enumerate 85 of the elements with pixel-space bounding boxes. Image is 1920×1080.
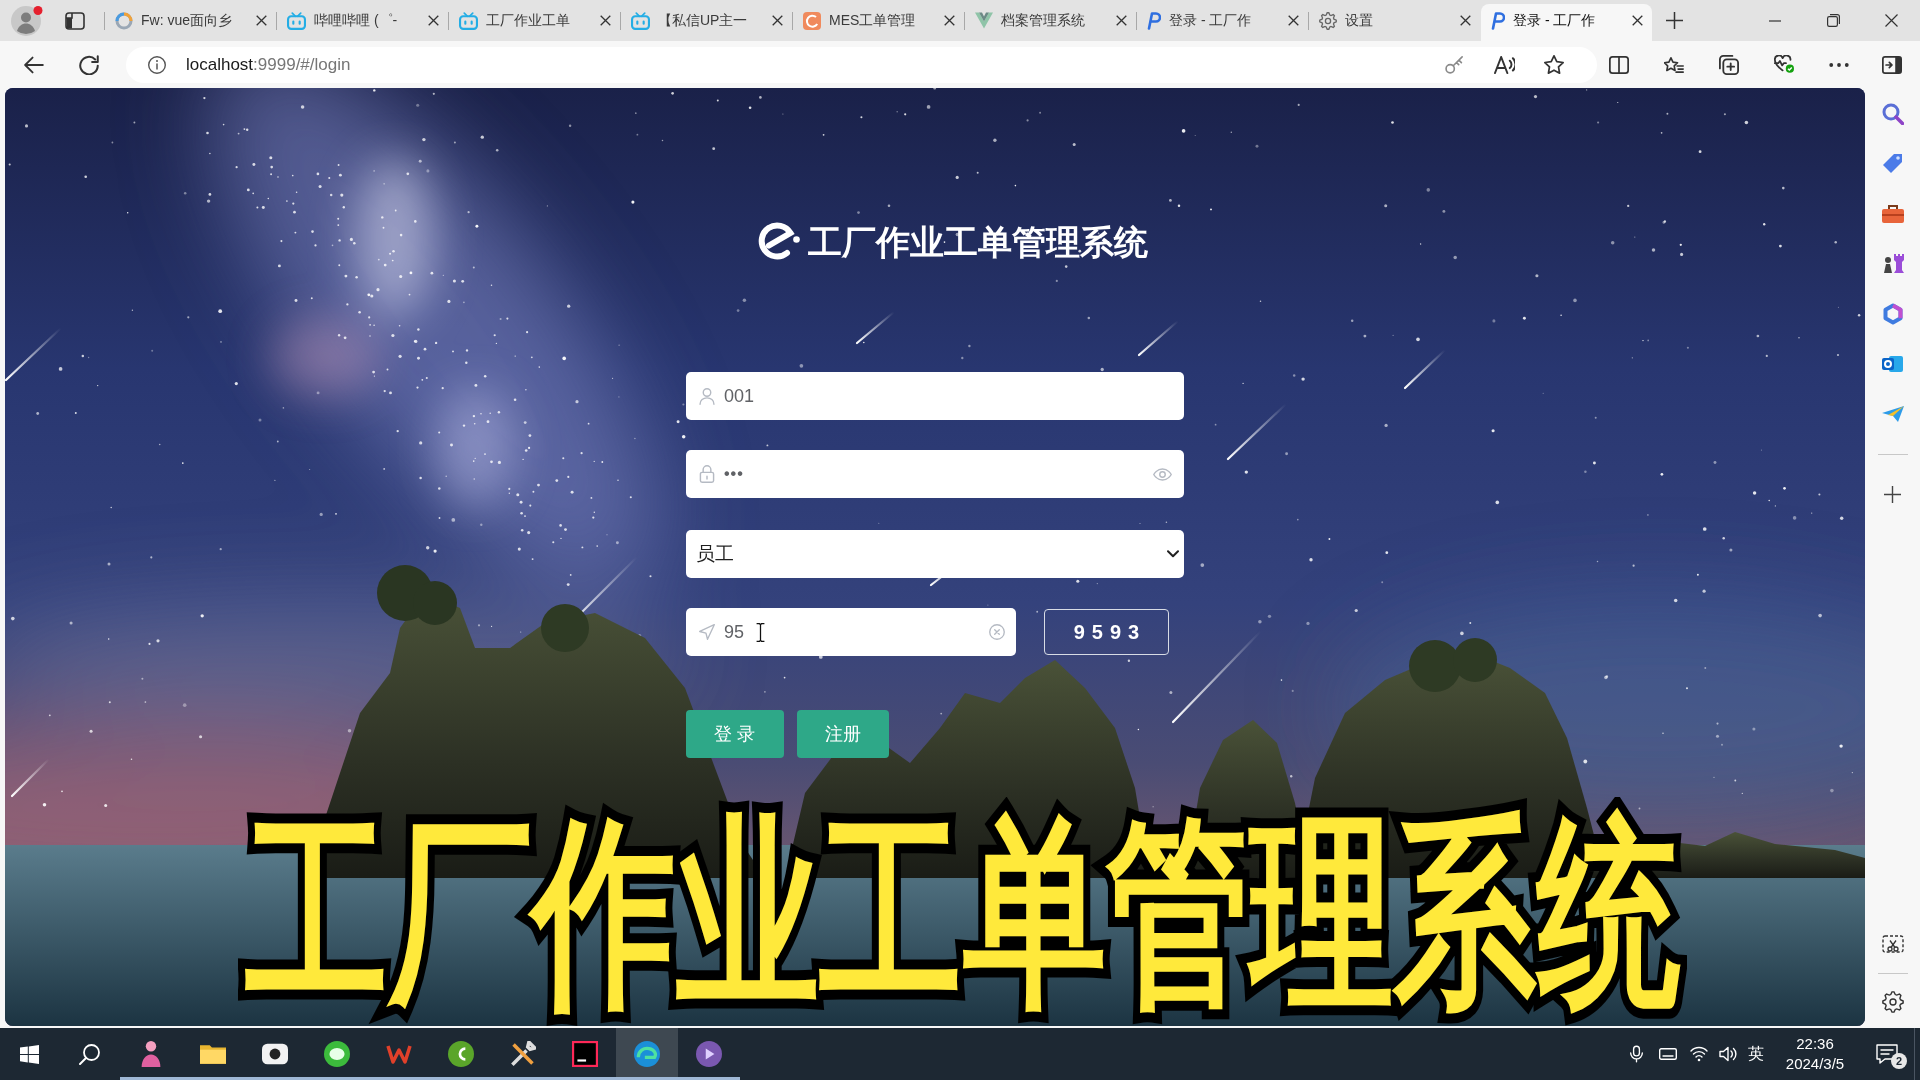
minimize-icon[interactable] (1769, 19, 1781, 22)
captcha-field[interactable]: 95 (686, 608, 1016, 656)
tools-icon (510, 1041, 536, 1067)
read-aloud-icon[interactable] (1494, 55, 1515, 74)
notification-badge: 2 (1891, 1053, 1907, 1069)
mail-app-icon[interactable] (1881, 353, 1904, 375)
keyboard-icon[interactable] (1659, 1048, 1677, 1060)
wifi-icon[interactable] (1690, 1046, 1708, 1062)
swirl-logo-icon (803, 11, 821, 30)
new-tab-icon[interactable] (1665, 12, 1683, 29)
lock-icon (699, 465, 715, 483)
search-icon[interactable] (78, 1043, 100, 1065)
close-tab-icon[interactable] (600, 15, 611, 26)
favorite-star-icon[interactable] (1544, 55, 1564, 74)
sidebar-toggle-icon[interactable] (1882, 55, 1902, 74)
camera-app-icon (262, 1041, 288, 1067)
clock-date[interactable]: 2024/3/5 (1785, 1054, 1845, 1074)
browser-tab[interactable]: 登录 - 工厂作 (1137, 4, 1308, 37)
tab-actions-icon[interactable] (65, 11, 85, 30)
script-logo-icon (1147, 11, 1161, 30)
add-icon[interactable] (1884, 485, 1901, 503)
browser-tab[interactable]: 档案管理系统 (965, 4, 1136, 37)
app-title: 工厂作业工单管理系统 (808, 222, 1148, 263)
play-app-icon (696, 1041, 722, 1067)
ring-logo-icon (115, 11, 133, 30)
triangle-logo-icon (975, 12, 993, 29)
send-icon (699, 624, 715, 640)
close-tab-icon[interactable] (1632, 15, 1643, 26)
url-text: localhost:9999/#/login (186, 53, 351, 76)
browser-tab[interactable]: MES工单管理 (793, 4, 964, 37)
tag-icon[interactable] (1881, 153, 1904, 175)
volume-icon[interactable] (1719, 1046, 1737, 1062)
microphone-icon[interactable] (1629, 1045, 1643, 1063)
browser-tab[interactable]: 工厂作业工单 (449, 4, 620, 37)
profile-avatar-icon[interactable] (11, 5, 43, 36)
chevron-down-icon (1167, 550, 1179, 558)
username-field[interactable]: 001 (686, 372, 1184, 420)
chess-pieces-icon[interactable] (1881, 253, 1904, 275)
split-screen-icon[interactable] (1609, 55, 1629, 74)
close-window-icon[interactable] (1884, 14, 1898, 27)
collections-icon[interactable] (1719, 54, 1739, 75)
favorites-icon[interactable] (1664, 55, 1684, 74)
settings-icon (1319, 11, 1337, 30)
key-icon[interactable] (1445, 55, 1463, 74)
close-tab-icon[interactable] (1460, 15, 1471, 26)
user-icon (699, 387, 715, 405)
tv-icon (459, 11, 478, 30)
browser-tab[interactable]: 设置 (1309, 4, 1480, 37)
captcha-code[interactable]: 9593 (1044, 609, 1169, 655)
tv-icon (631, 11, 650, 30)
back-icon[interactable] (24, 55, 44, 74)
script-logo-icon (1491, 11, 1505, 30)
settings-icon[interactable] (1881, 991, 1904, 1013)
info-icon[interactable] (148, 55, 166, 74)
close-tab-icon[interactable] (256, 15, 267, 26)
browser-tab[interactable]: 登录 - 工厂作 (1481, 4, 1652, 41)
close-tab-icon[interactable] (772, 15, 783, 26)
screenshot-icon[interactable] (1881, 934, 1904, 956)
close-tab-icon[interactable] (428, 15, 439, 26)
close-tab-icon[interactable] (1116, 15, 1127, 26)
toolbox-icon[interactable] (1881, 203, 1904, 225)
tv-icon (287, 11, 306, 30)
refresh-icon[interactable] (79, 54, 99, 75)
logo-icon (758, 222, 800, 262)
browser-tab[interactable]: 【私信UP主一 (621, 4, 792, 37)
start-icon[interactable] (19, 1044, 39, 1064)
close-tab-icon[interactable] (1288, 15, 1299, 26)
text-cursor-icon (756, 622, 766, 642)
heart-pulse-icon[interactable] (1774, 55, 1794, 74)
input-method-indicator[interactable]: 英 (1742, 1042, 1770, 1066)
restore-icon[interactable] (1826, 14, 1840, 27)
role-select[interactable]: 员工 (686, 530, 1184, 578)
browser-tab[interactable]: Fw: vue面向乡 (105, 4, 276, 37)
hexagon-logo-icon[interactable] (1881, 303, 1904, 325)
clock-time[interactable]: 22:36 (1796, 1034, 1834, 1054)
browser-tab[interactable]: 哔哩哔哩 (゜- (277, 4, 448, 37)
ide-app-icon (572, 1041, 598, 1067)
close-tab-icon[interactable] (944, 15, 955, 26)
address-bar[interactable]: localhost:9999/#/login (126, 46, 1597, 83)
chat-app-icon (324, 1041, 350, 1067)
notification-icon[interactable] (1876, 1044, 1898, 1064)
swirl-app-icon (448, 1041, 474, 1067)
password-field[interactable]: ••• (686, 450, 1184, 498)
more-icon[interactable] (1829, 62, 1849, 67)
browser-icon (634, 1041, 660, 1067)
